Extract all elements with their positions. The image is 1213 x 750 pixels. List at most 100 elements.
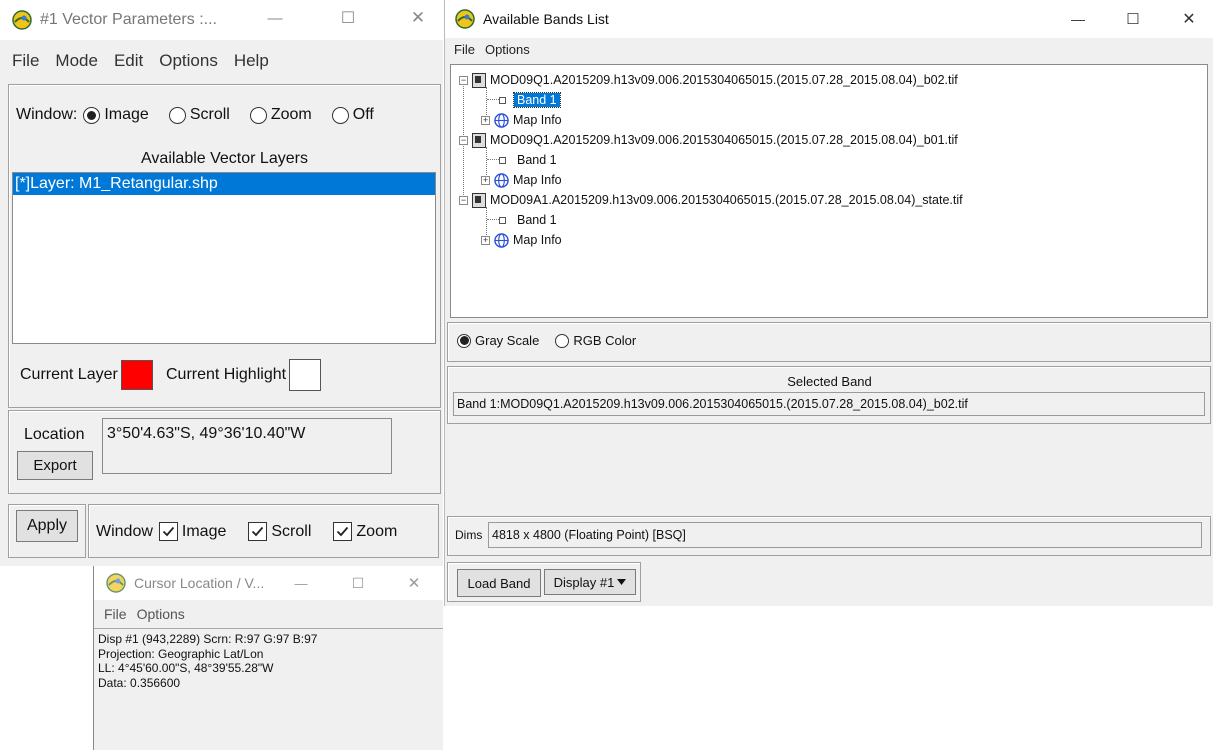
- tree-band-label: Band 1: [517, 213, 557, 227]
- band-icon: [499, 156, 506, 164]
- radio-image-dot[interactable]: [83, 106, 101, 124]
- radio-zoom[interactable]: Zoom: [249, 106, 312, 124]
- tree-band-b02[interactable]: Band 1: [495, 91, 561, 109]
- radio-image[interactable]: Image: [83, 106, 149, 124]
- cursor-window-title: Cursor Location / V...: [134, 575, 265, 591]
- collapse-icon[interactable]: −: [459, 75, 468, 85]
- cursor-menubar: File Options: [104, 606, 201, 622]
- vector-maximize-button[interactable]: ☐: [328, 0, 368, 36]
- cursor-menu-file[interactable]: File: [104, 606, 127, 622]
- tree-file-name: MOD09A1.A2015209.h13v09.006.201530406501…: [490, 193, 963, 207]
- display-dropdown[interactable]: Display #1: [544, 569, 636, 595]
- layers-listbox[interactable]: [*]Layer: M1_Retangular.shp: [12, 172, 436, 344]
- radio-rgb-color-label: RGB Color: [573, 333, 637, 348]
- tree-file-name: MOD09Q1.A2015209.h13v09.006.201530406501…: [490, 133, 958, 147]
- radio-off-dot[interactable]: [331, 106, 349, 124]
- dims-label: Dims: [455, 528, 483, 542]
- bands-tree[interactable]: − MOD09Q1.A2015209.h13v09.006.2015304065…: [450, 64, 1208, 318]
- globe-icon: [494, 112, 509, 128]
- radio-gray-scale-dot[interactable]: [457, 333, 471, 348]
- check-image[interactable]: Image: [158, 522, 226, 541]
- collapse-icon[interactable]: −: [459, 195, 468, 205]
- radio-rgb-color[interactable]: RGB Color: [555, 333, 636, 348]
- load-band-label: Load Band: [467, 575, 531, 591]
- bands-menubar: File Options: [454, 42, 546, 57]
- check-zoom-box[interactable]: [333, 522, 353, 541]
- load-band-button[interactable]: Load Band: [457, 569, 541, 597]
- tree-mapinfo-label: Map Info: [513, 113, 562, 127]
- envi-app-icon: [106, 573, 126, 593]
- globe-icon: [494, 172, 509, 188]
- current-layer-label: Current Layer: [20, 366, 118, 383]
- tree-file-state[interactable]: − MOD09A1.A2015209.h13v09.006.2015304065…: [459, 191, 963, 209]
- available-bands-window: Available Bands List — ☐ ✕ File Options …: [444, 0, 1213, 606]
- menu-help[interactable]: Help: [234, 51, 269, 71]
- cursor-titlebar[interactable]: Cursor Location / V...: [94, 566, 443, 600]
- check-scroll-box[interactable]: [248, 522, 268, 541]
- check-zoom[interactable]: Zoom: [333, 522, 397, 541]
- radio-scroll-dot[interactable]: [168, 106, 186, 124]
- checkmark-icon: [252, 526, 264, 537]
- vector-close-button[interactable]: ✕: [398, 0, 438, 36]
- bands-menu-options[interactable]: Options: [485, 42, 530, 57]
- radio-scroll-label: Scroll: [189, 106, 230, 123]
- tree-band-b01[interactable]: Band 1: [495, 151, 560, 169]
- window-radio-row: Window: Image Scroll Zoom Off: [16, 106, 374, 124]
- expand-icon[interactable]: +: [481, 235, 490, 245]
- cursor-menu-options[interactable]: Options: [137, 606, 185, 622]
- export-button[interactable]: Export: [17, 451, 93, 480]
- check-scroll-label: Scroll: [271, 522, 312, 540]
- layer-item-selected[interactable]: [*]Layer: M1_Retangular.shp: [13, 173, 435, 195]
- vector-menubar: File Mode Edit Options Help: [12, 50, 285, 72]
- radio-gray-scale[interactable]: Gray Scale: [457, 333, 539, 348]
- tree-file-b01[interactable]: − MOD09Q1.A2015209.h13v09.006.2015304065…: [459, 131, 958, 149]
- check-scroll[interactable]: Scroll: [248, 522, 311, 541]
- globe-icon: [494, 232, 509, 248]
- bands-close-button[interactable]: ✕: [1169, 0, 1209, 38]
- tree-band-state[interactable]: Band 1: [495, 211, 560, 229]
- apply-button[interactable]: Apply: [16, 510, 78, 542]
- bands-menu-file[interactable]: File: [454, 42, 475, 57]
- tree-file-name: MOD09Q1.A2015209.h13v09.006.201530406501…: [490, 73, 958, 87]
- bands-maximize-button[interactable]: ☐: [1113, 0, 1153, 38]
- current-highlight-swatch[interactable]: [289, 359, 321, 391]
- tree-file-b02[interactable]: − MOD09Q1.A2015209.h13v09.006.2015304065…: [459, 71, 958, 89]
- radio-zoom-dot[interactable]: [249, 106, 267, 124]
- bands-minimize-button[interactable]: —: [1058, 0, 1098, 38]
- color-mode-row: Gray Scale RGB Color: [457, 333, 636, 348]
- selected-band-field: Band 1:MOD09Q1.A2015209.h13v09.006.20153…: [453, 392, 1205, 416]
- cursor-line-data: Data: 0.356600: [98, 675, 181, 690]
- expand-icon[interactable]: +: [481, 115, 490, 125]
- cursor-close-button[interactable]: ✕: [394, 566, 434, 600]
- cursor-maximize-button[interactable]: ☐: [338, 566, 378, 600]
- band-icon: [499, 96, 506, 104]
- vector-window-title: #1 Vector Parameters :...: [40, 11, 217, 28]
- radio-off[interactable]: Off: [331, 106, 374, 124]
- radio-zoom-label: Zoom: [270, 106, 312, 123]
- check-image-box[interactable]: [158, 522, 178, 541]
- radio-rgb-color-dot[interactable]: [555, 333, 570, 348]
- menu-file[interactable]: File: [12, 51, 39, 71]
- collapse-icon[interactable]: −: [459, 135, 468, 145]
- vector-titlebar[interactable]: #1 Vector Parameters :...: [0, 0, 443, 40]
- expand-icon[interactable]: +: [481, 175, 490, 185]
- menu-options[interactable]: Options: [159, 51, 218, 71]
- tree-mapinfo-b01[interactable]: + Map Info: [481, 171, 562, 189]
- tree-mapinfo-state[interactable]: + Map Info: [481, 231, 562, 249]
- cursor-line-display: Disp #1 (943,2289) Scrn: R:97 G:97 B:97: [98, 632, 318, 646]
- window-check-label: Window: [96, 522, 153, 540]
- current-highlight-label: Current Highlight: [166, 366, 287, 383]
- file-icon: [472, 72, 486, 88]
- export-button-label: Export: [33, 457, 77, 474]
- tree-mapinfo-label: Map Info: [513, 233, 562, 247]
- location-label: Location: [24, 426, 85, 443]
- menu-edit[interactable]: Edit: [114, 51, 143, 71]
- menu-mode[interactable]: Mode: [55, 51, 98, 71]
- cursor-minimize-button[interactable]: —: [281, 566, 321, 600]
- radio-scroll[interactable]: Scroll: [168, 106, 230, 124]
- current-layer-swatch[interactable]: [121, 360, 153, 390]
- tree-mapinfo-b02[interactable]: + Map Info: [481, 111, 562, 129]
- layers-heading: Available Vector Layers: [141, 150, 308, 167]
- vector-minimize-button[interactable]: —: [255, 0, 295, 36]
- dims-field: 4818 x 4800 (Floating Point) [BSQ]: [488, 522, 1202, 548]
